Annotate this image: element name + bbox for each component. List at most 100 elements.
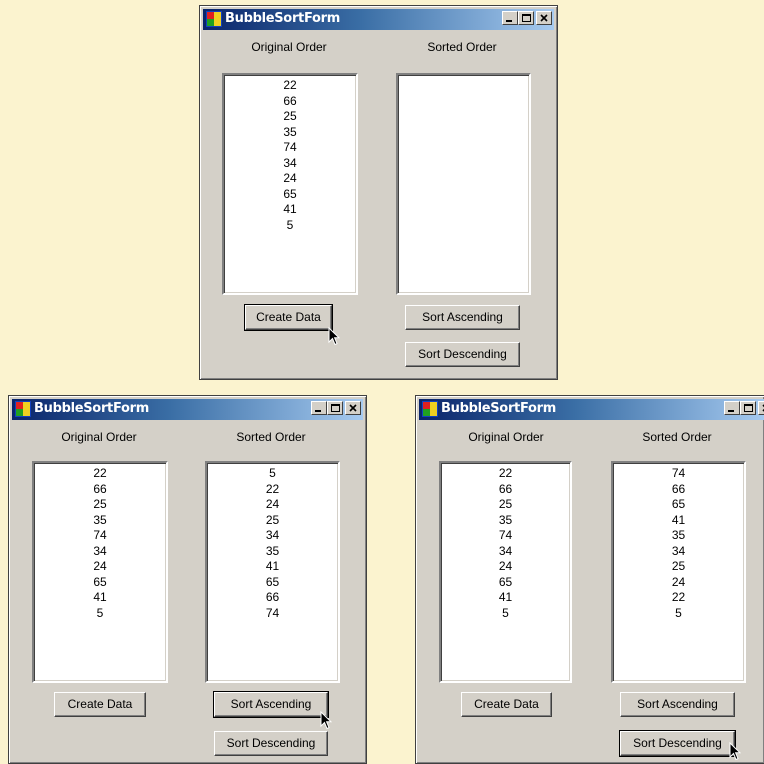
windows-form-icon bbox=[422, 401, 438, 417]
original-order-listbox[interactable]: 22 66 25 35 74 34 24 65 41 5 bbox=[32, 461, 168, 683]
list-item[interactable]: 5 bbox=[441, 606, 570, 622]
list-item[interactable]: 35 bbox=[441, 513, 570, 529]
mouse-pointer-icon bbox=[729, 742, 741, 761]
title-bar[interactable]: BubbleSortForm bbox=[12, 399, 363, 420]
list-item[interactable]: 25 bbox=[207, 513, 338, 529]
list-item[interactable]: 35 bbox=[224, 125, 356, 141]
list-item[interactable]: 74 bbox=[613, 466, 744, 482]
list-item[interactable]: 41 bbox=[224, 202, 356, 218]
minimize-icon bbox=[506, 20, 512, 22]
list-item[interactable]: 22 bbox=[207, 482, 338, 498]
list-item[interactable]: 66 bbox=[441, 482, 570, 498]
list-item[interactable]: 22 bbox=[441, 466, 570, 482]
list-item[interactable]: 5 bbox=[207, 466, 338, 482]
list-item[interactable]: 35 bbox=[613, 528, 744, 544]
list-item[interactable]: 5 bbox=[613, 606, 744, 622]
original-order-listbox[interactable]: 22 66 25 35 74 34 24 65 41 5 bbox=[222, 73, 358, 295]
close-button[interactable] bbox=[758, 401, 764, 415]
list-item[interactable]: 25 bbox=[613, 559, 744, 575]
list-item[interactable]: 34 bbox=[207, 528, 338, 544]
list-item[interactable]: 66 bbox=[34, 482, 166, 498]
list-item[interactable]: 5 bbox=[34, 606, 166, 622]
list-item[interactable]: 5 bbox=[224, 218, 356, 234]
list-item[interactable]: 66 bbox=[224, 94, 356, 110]
sorted-order-listbox[interactable]: 5 22 24 25 34 35 41 65 66 74 bbox=[205, 461, 340, 683]
list-item[interactable]: 66 bbox=[613, 482, 744, 498]
sort-ascending-button[interactable]: Sort Ascending bbox=[620, 692, 735, 717]
list-item[interactable]: 35 bbox=[34, 513, 166, 529]
sort-ascending-button[interactable]: Sort Ascending bbox=[213, 691, 329, 718]
maximize-button[interactable] bbox=[518, 11, 534, 25]
sort-descending-button[interactable]: Sort Descending bbox=[619, 730, 736, 757]
close-button[interactable] bbox=[345, 401, 361, 415]
mouse-pointer-icon bbox=[320, 711, 332, 730]
window-title: BubbleSortForm bbox=[34, 401, 150, 416]
windows-form-icon bbox=[15, 401, 31, 417]
mouse-pointer-icon bbox=[328, 327, 340, 346]
create-data-button[interactable]: Create Data bbox=[244, 304, 333, 331]
window-title: BubbleSortForm bbox=[441, 401, 557, 416]
sorted-order-listbox[interactable] bbox=[396, 73, 531, 295]
original-order-label: Original Order bbox=[468, 430, 544, 444]
maximize-button[interactable] bbox=[327, 401, 343, 415]
list-item[interactable]: 65 bbox=[207, 575, 338, 591]
list-item[interactable]: 41 bbox=[207, 559, 338, 575]
close-button[interactable] bbox=[536, 11, 552, 25]
minimize-button[interactable] bbox=[311, 401, 327, 415]
list-item[interactable]: 24 bbox=[224, 171, 356, 187]
list-item[interactable]: 34 bbox=[34, 544, 166, 560]
windows-form-icon bbox=[206, 11, 222, 27]
maximize-button[interactable] bbox=[740, 401, 756, 415]
sort-ascending-button[interactable]: Sort Ascending bbox=[405, 305, 520, 330]
list-item[interactable]: 74 bbox=[207, 606, 338, 622]
list-item[interactable]: 74 bbox=[224, 140, 356, 156]
maximize-icon bbox=[331, 404, 340, 412]
list-item[interactable]: 41 bbox=[441, 590, 570, 606]
list-item[interactable]: 24 bbox=[34, 559, 166, 575]
list-item[interactable]: 65 bbox=[613, 497, 744, 513]
list-item[interactable]: 25 bbox=[441, 497, 570, 513]
list-item[interactable]: 25 bbox=[34, 497, 166, 513]
minimize-icon bbox=[315, 410, 321, 412]
list-item[interactable]: 34 bbox=[613, 544, 744, 560]
sorted-order-label: Sorted Order bbox=[427, 40, 497, 54]
list-item[interactable]: 34 bbox=[441, 544, 570, 560]
list-item[interactable]: 24 bbox=[441, 559, 570, 575]
create-data-button[interactable]: Create Data bbox=[54, 692, 146, 717]
sort-descending-button[interactable]: Sort Descending bbox=[405, 342, 520, 367]
create-data-button[interactable]: Create Data bbox=[461, 692, 552, 717]
sorted-order-listbox[interactable]: 74 66 65 41 35 34 25 24 22 5 bbox=[611, 461, 746, 683]
sorted-order-label: Sorted Order bbox=[236, 430, 306, 444]
list-item[interactable]: 65 bbox=[34, 575, 166, 591]
minimize-button[interactable] bbox=[502, 11, 518, 25]
list-item[interactable]: 25 bbox=[224, 109, 356, 125]
list-item[interactable]: 74 bbox=[34, 528, 166, 544]
bubble-sort-window-ascending: BubbleSortForm Original Order Sorted Ord… bbox=[8, 395, 367, 764]
list-item[interactable]: 41 bbox=[34, 590, 166, 606]
list-item[interactable]: 65 bbox=[224, 187, 356, 203]
list-item[interactable]: 22 bbox=[34, 466, 166, 482]
original-order-label: Original Order bbox=[251, 40, 327, 54]
bubble-sort-window-descending: BubbleSortForm Original Order Sorted Ord… bbox=[415, 395, 764, 764]
list-item[interactable]: 24 bbox=[207, 497, 338, 513]
title-bar[interactable]: BubbleSortForm bbox=[203, 9, 554, 30]
list-item[interactable]: 24 bbox=[613, 575, 744, 591]
sorted-order-label: Sorted Order bbox=[642, 430, 712, 444]
list-item[interactable]: 22 bbox=[613, 590, 744, 606]
maximize-icon bbox=[522, 14, 531, 22]
list-item[interactable]: 65 bbox=[441, 575, 570, 591]
bubble-sort-window-initial: BubbleSortForm Original Order Sorted Ord… bbox=[199, 5, 558, 380]
minimize-icon bbox=[728, 410, 734, 412]
list-item[interactable]: 22 bbox=[224, 78, 356, 94]
list-item[interactable]: 74 bbox=[441, 528, 570, 544]
list-item[interactable]: 35 bbox=[207, 544, 338, 560]
original-order-listbox[interactable]: 22 66 25 35 74 34 24 65 41 5 bbox=[439, 461, 572, 683]
list-item[interactable]: 66 bbox=[207, 590, 338, 606]
title-bar[interactable]: BubbleSortForm bbox=[419, 399, 764, 420]
list-item[interactable]: 41 bbox=[613, 513, 744, 529]
minimize-button[interactable] bbox=[724, 401, 740, 415]
list-item[interactable]: 34 bbox=[224, 156, 356, 172]
close-icon bbox=[540, 14, 548, 22]
close-icon bbox=[349, 404, 357, 412]
sort-descending-button[interactable]: Sort Descending bbox=[214, 731, 328, 756]
